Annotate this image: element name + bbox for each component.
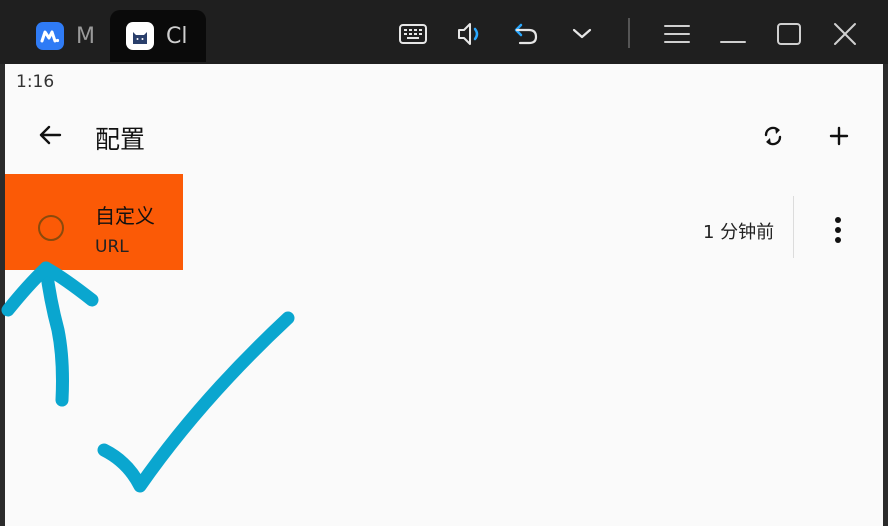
profile-list-item[interactable]: 自定义 URL 1 分钟前 xyxy=(5,174,883,270)
status-time: 1:16 xyxy=(16,72,55,92)
m-app-icon xyxy=(36,22,64,50)
tab-clash-label: Cl xyxy=(166,23,188,49)
refresh-icon[interactable] xyxy=(757,120,789,152)
back-arrow-icon[interactable] xyxy=(35,120,65,150)
tab-clash[interactable]: Cl xyxy=(110,10,206,62)
volume-icon[interactable] xyxy=(450,14,490,54)
phone-screen: 1:16 配置 自定义 URL 1 分钟前 xyxy=(5,64,883,526)
window-title-bar: M Cl xyxy=(0,0,888,64)
close-icon[interactable] xyxy=(825,14,865,54)
undo-icon[interactable] xyxy=(506,14,546,54)
add-icon[interactable] xyxy=(823,120,855,152)
item-divider xyxy=(793,196,794,258)
maximize-icon[interactable] xyxy=(769,14,809,54)
profile-updated-time: 1 分钟前 xyxy=(703,222,775,243)
title-bar-divider xyxy=(628,18,630,48)
more-options-icon[interactable] xyxy=(823,212,853,248)
tab-m[interactable]: M xyxy=(28,10,106,62)
page-title: 配置 xyxy=(95,125,146,154)
highlight-box xyxy=(5,174,183,270)
profile-name: 自定义 xyxy=(95,204,155,228)
profile-radio-button[interactable] xyxy=(38,215,64,241)
minimize-icon[interactable] xyxy=(713,14,753,54)
chevron-down-icon[interactable] xyxy=(562,14,602,54)
tab-m-label: M xyxy=(76,23,95,49)
keyboard-icon[interactable] xyxy=(393,14,433,54)
menu-icon[interactable] xyxy=(657,14,697,54)
profile-type: URL xyxy=(95,237,129,257)
cat-app-icon xyxy=(126,22,154,50)
